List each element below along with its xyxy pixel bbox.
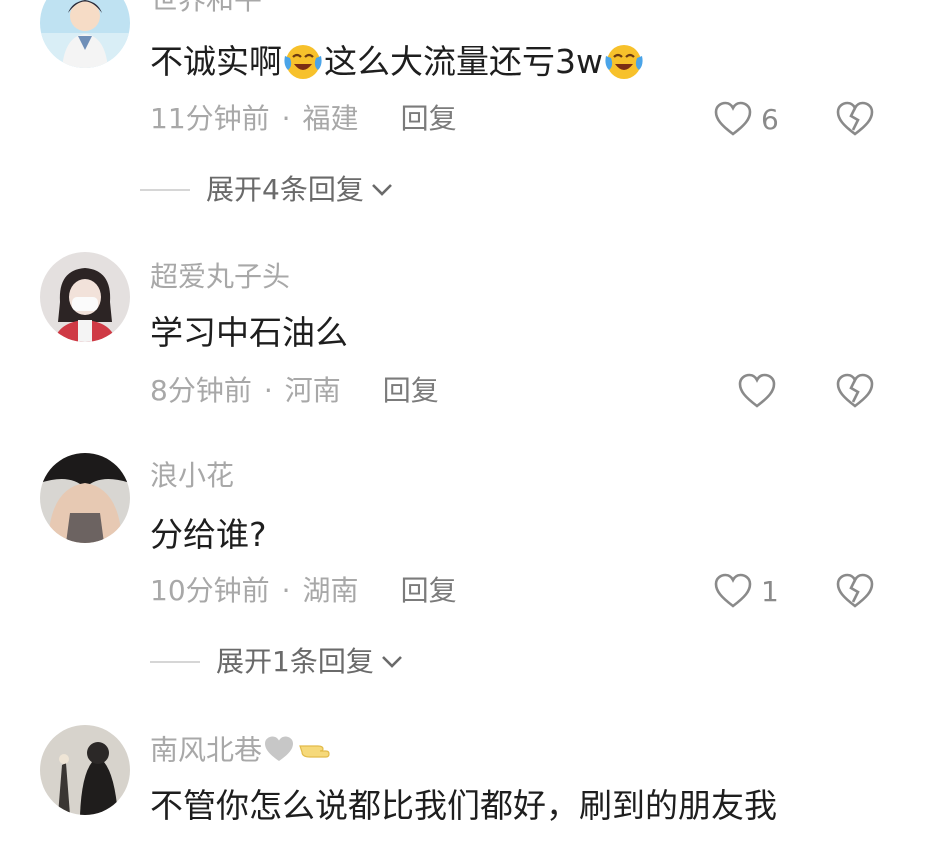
reply-button[interactable]: 回复 xyxy=(383,377,439,405)
comment-meta: 11分钟前 · 福建 回复 xyxy=(150,105,457,133)
comment-meta: 10分钟前 · 湖南 回复 xyxy=(150,577,457,605)
comment-text: 不诚实啊 这么大流量还亏3w xyxy=(150,42,645,85)
broken-heart-icon xyxy=(836,573,874,608)
comment-username[interactable]: 超爱丸子头 xyxy=(150,263,290,291)
grey-heart-emoji xyxy=(262,734,296,769)
dislike-button[interactable] xyxy=(835,372,875,414)
expand-replies-label: 展开1条回复 xyxy=(216,645,374,678)
comment-username[interactable]: 浪小花 xyxy=(150,462,234,490)
comment-time: 11分钟前 xyxy=(150,102,270,135)
heart-outline-icon xyxy=(738,373,776,408)
avatar[interactable] xyxy=(40,0,130,68)
heart-outline-icon xyxy=(714,101,752,136)
comment-time: 10分钟前 xyxy=(150,574,270,607)
comment-location: 福建 xyxy=(302,102,359,135)
broken-heart-icon xyxy=(836,373,874,408)
comment-text: 不管你怎么说都比我们都好，刷到的朋友我 xyxy=(150,786,777,825)
heart-outline-icon xyxy=(714,573,752,608)
comment-location: 河南 xyxy=(284,374,341,407)
comment-username[interactable]: 南风北巷 xyxy=(150,734,332,769)
chevron-down-icon xyxy=(381,656,402,668)
expand-replies-label: 展开4条回复 xyxy=(206,173,364,206)
like-count: 6 xyxy=(761,102,779,136)
like-button[interactable]: 1 xyxy=(713,572,779,610)
avatar[interactable] xyxy=(40,252,130,342)
separator-dot: · xyxy=(263,374,273,407)
comment-text: 分给谁? xyxy=(150,515,267,554)
expand-replies-button[interactable]: 展开1条回复 xyxy=(150,648,404,676)
comment-text: 学习中石油么 xyxy=(150,313,348,352)
reply-button[interactable]: 回复 xyxy=(401,577,457,605)
crying-laughing-emoji xyxy=(282,42,324,85)
avatar[interactable] xyxy=(40,725,130,815)
broken-heart-icon xyxy=(836,101,874,136)
like-count: 1 xyxy=(761,574,779,608)
comment-time: 8分钟前 xyxy=(150,374,252,407)
comment-meta: 8分钟前 · 河南 回复 xyxy=(150,377,439,405)
divider-line xyxy=(150,661,200,663)
avatar[interactable] xyxy=(40,453,130,543)
dislike-button[interactable] xyxy=(835,572,875,614)
like-button[interactable]: 6 xyxy=(713,100,779,138)
chevron-down-icon xyxy=(371,184,392,196)
dislike-button[interactable] xyxy=(835,100,875,142)
separator-dot: · xyxy=(281,102,291,135)
separator-dot: · xyxy=(281,574,291,607)
crying-laughing-emoji xyxy=(603,42,645,85)
comment-username[interactable]: 世界和平 xyxy=(150,0,262,14)
comment-location: 湖南 xyxy=(302,574,359,607)
reply-button[interactable]: 回复 xyxy=(401,105,457,133)
pointing-hand-emoji xyxy=(296,734,332,769)
expand-replies-button[interactable]: 展开4条回复 xyxy=(140,176,394,204)
divider-line xyxy=(140,189,190,191)
like-button[interactable] xyxy=(737,372,777,410)
